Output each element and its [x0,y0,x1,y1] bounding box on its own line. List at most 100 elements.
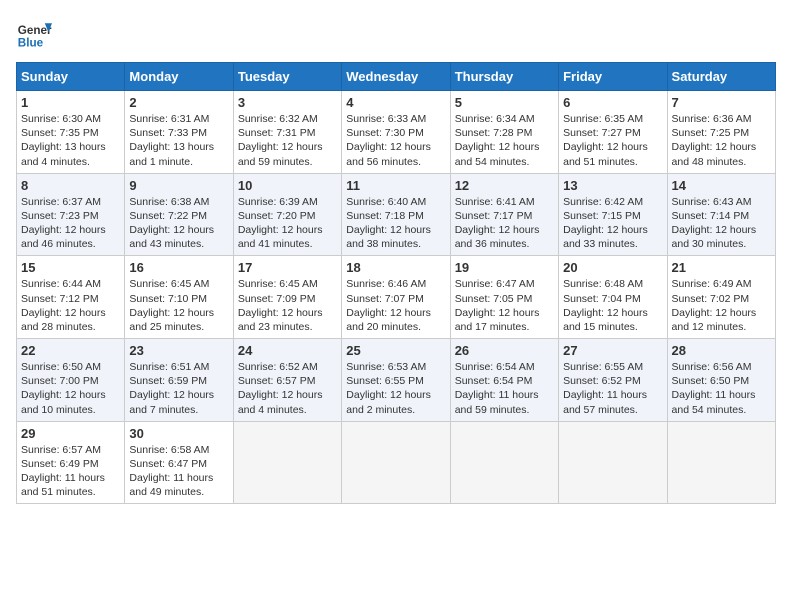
day-number: 6 [563,95,662,110]
day-detail: Sunrise: 6:41 AMSunset: 7:17 PMDaylight:… [455,195,554,252]
day-detail: Sunrise: 6:53 AMSunset: 6:55 PMDaylight:… [346,360,445,417]
day-number: 20 [563,260,662,275]
day-number: 18 [346,260,445,275]
day-number: 2 [129,95,228,110]
day-detail: Sunrise: 6:33 AMSunset: 7:30 PMDaylight:… [346,112,445,169]
day-number: 12 [455,178,554,193]
day-detail: Sunrise: 6:46 AMSunset: 7:07 PMDaylight:… [346,277,445,334]
day-number: 29 [21,426,120,441]
week-row-3: 15 Sunrise: 6:44 AMSunset: 7:12 PMDayligh… [17,256,776,339]
calendar-cell: 16 Sunrise: 6:45 AMSunset: 7:10 PMDayligh… [125,256,233,339]
calendar-cell: 27 Sunrise: 6:55 AMSunset: 6:52 PMDayligh… [559,339,667,422]
day-number: 8 [21,178,120,193]
week-row-5: 29Sunrise: 6:57 AMSunset: 6:49 PMDayligh… [17,421,776,504]
day-number: 24 [238,343,337,358]
calendar-cell: 29Sunrise: 6:57 AMSunset: 6:49 PMDayligh… [17,421,125,504]
day-detail: Sunrise: 6:32 AMSunset: 7:31 PMDaylight:… [238,112,337,169]
day-detail: Sunrise: 6:52 AMSunset: 6:57 PMDaylight:… [238,360,337,417]
calendar-cell: 10 Sunrise: 6:39 AMSunset: 7:20 PMDayligh… [233,173,341,256]
day-detail: Sunrise: 6:31 AMSunset: 7:33 PMDaylight:… [129,112,228,169]
day-detail: Sunrise: 6:39 AMSunset: 7:20 PMDaylight:… [238,195,337,252]
calendar-cell: 14 Sunrise: 6:43 AMSunset: 7:14 PMDayligh… [667,173,775,256]
day-number: 10 [238,178,337,193]
calendar-cell: 7 Sunrise: 6:36 AMSunset: 7:25 PMDaylight… [667,91,775,174]
day-number: 5 [455,95,554,110]
day-number: 28 [672,343,771,358]
day-detail: Sunrise: 6:36 AMSunset: 7:25 PMDaylight:… [672,112,771,169]
week-row-1: 1 Sunrise: 6:30 AMSunset: 7:35 PMDaylight… [17,91,776,174]
day-detail: Sunrise: 6:38 AMSunset: 7:22 PMDaylight:… [129,195,228,252]
calendar-cell: 5 Sunrise: 6:34 AMSunset: 7:28 PMDaylight… [450,91,558,174]
day-number: 27 [563,343,662,358]
day-number: 25 [346,343,445,358]
calendar-cell: 19 Sunrise: 6:47 AMSunset: 7:05 PMDayligh… [450,256,558,339]
day-detail: Sunrise: 6:54 AMSunset: 6:54 PMDaylight:… [455,360,554,417]
calendar-cell: 20 Sunrise: 6:48 AMSunset: 7:04 PMDayligh… [559,256,667,339]
day-number: 1 [21,95,120,110]
calendar-cell: 2 Sunrise: 6:31 AMSunset: 7:33 PMDaylight… [125,91,233,174]
calendar-cell: 6 Sunrise: 6:35 AMSunset: 7:27 PMDaylight… [559,91,667,174]
logo: General Blue [16,16,52,52]
day-detail: Sunrise: 6:49 AMSunset: 7:02 PMDaylight:… [672,277,771,334]
calendar-cell: 9 Sunrise: 6:38 AMSunset: 7:22 PMDaylight… [125,173,233,256]
day-number: 19 [455,260,554,275]
header-row: SundayMondayTuesdayWednesdayThursdayFrid… [17,63,776,91]
day-detail: Sunrise: 6:40 AMSunset: 7:18 PMDaylight:… [346,195,445,252]
day-number: 3 [238,95,337,110]
col-header-thursday: Thursday [450,63,558,91]
calendar-cell: 11Sunrise: 6:40 AMSunset: 7:18 PMDayligh… [342,173,450,256]
calendar-cell: 25 Sunrise: 6:53 AMSunset: 6:55 PMDayligh… [342,339,450,422]
week-row-2: 8 Sunrise: 6:37 AMSunset: 7:23 PMDaylight… [17,173,776,256]
day-detail: Sunrise: 6:44 AMSunset: 7:12 PMDaylight:… [21,277,120,334]
calendar-cell: 12 Sunrise: 6:41 AMSunset: 7:17 PMDayligh… [450,173,558,256]
day-detail: Sunrise: 6:51 AMSunset: 6:59 PMDaylight:… [129,360,228,417]
calendar-cell: 22Sunrise: 6:50 AMSunset: 7:00 PMDayligh… [17,339,125,422]
col-header-tuesday: Tuesday [233,63,341,91]
calendar-cell: 1 Sunrise: 6:30 AMSunset: 7:35 PMDaylight… [17,91,125,174]
col-header-friday: Friday [559,63,667,91]
day-detail: Sunrise: 6:43 AMSunset: 7:14 PMDaylight:… [672,195,771,252]
col-header-sunday: Sunday [17,63,125,91]
calendar-table: SundayMondayTuesdayWednesdayThursdayFrid… [16,62,776,504]
day-number: 30 [129,426,228,441]
day-number: 14 [672,178,771,193]
day-number: 15 [21,260,120,275]
day-detail: Sunrise: 6:58 AMSunset: 6:47 PMDaylight:… [129,443,228,500]
day-detail: Sunrise: 6:35 AMSunset: 7:27 PMDaylight:… [563,112,662,169]
calendar-cell: 4 Sunrise: 6:33 AMSunset: 7:30 PMDaylight… [342,91,450,174]
calendar-cell: 13 Sunrise: 6:42 AMSunset: 7:15 PMDayligh… [559,173,667,256]
day-detail: Sunrise: 6:55 AMSunset: 6:52 PMDaylight:… [563,360,662,417]
day-number: 9 [129,178,228,193]
calendar-cell [667,421,775,504]
day-number: 17 [238,260,337,275]
calendar-cell: 15 Sunrise: 6:44 AMSunset: 7:12 PMDayligh… [17,256,125,339]
calendar-cell: 26Sunrise: 6:54 AMSunset: 6:54 PMDayligh… [450,339,558,422]
day-number: 4 [346,95,445,110]
col-header-wednesday: Wednesday [342,63,450,91]
svg-text:Blue: Blue [18,37,44,50]
calendar-cell: 3 Sunrise: 6:32 AMSunset: 7:31 PMDaylight… [233,91,341,174]
week-row-4: 22Sunrise: 6:50 AMSunset: 7:00 PMDayligh… [17,339,776,422]
day-number: 7 [672,95,771,110]
day-detail: Sunrise: 6:47 AMSunset: 7:05 PMDaylight:… [455,277,554,334]
day-detail: Sunrise: 6:34 AMSunset: 7:28 PMDaylight:… [455,112,554,169]
day-number: 22 [21,343,120,358]
logo-icon: General Blue [16,16,52,52]
calendar-cell [450,421,558,504]
calendar-cell [342,421,450,504]
day-detail: Sunrise: 6:48 AMSunset: 7:04 PMDaylight:… [563,277,662,334]
calendar-cell: 21 Sunrise: 6:49 AMSunset: 7:02 PMDayligh… [667,256,775,339]
calendar-cell: 18 Sunrise: 6:46 AMSunset: 7:07 PMDayligh… [342,256,450,339]
col-header-monday: Monday [125,63,233,91]
day-number: 21 [672,260,771,275]
day-detail: Sunrise: 6:45 AMSunset: 7:10 PMDaylight:… [129,277,228,334]
day-number: 16 [129,260,228,275]
day-detail: Sunrise: 6:37 AMSunset: 7:23 PMDaylight:… [21,195,120,252]
day-number: 13 [563,178,662,193]
day-detail: Sunrise: 6:30 AMSunset: 7:35 PMDaylight:… [21,112,120,169]
day-detail: Sunrise: 6:42 AMSunset: 7:15 PMDaylight:… [563,195,662,252]
day-detail: Sunrise: 6:45 AMSunset: 7:09 PMDaylight:… [238,277,337,334]
calendar-cell: 23Sunrise: 6:51 AMSunset: 6:59 PMDayligh… [125,339,233,422]
day-detail: Sunrise: 6:56 AMSunset: 6:50 PMDaylight:… [672,360,771,417]
calendar-cell: 30 Sunrise: 6:58 AMSunset: 6:47 PMDayligh… [125,421,233,504]
